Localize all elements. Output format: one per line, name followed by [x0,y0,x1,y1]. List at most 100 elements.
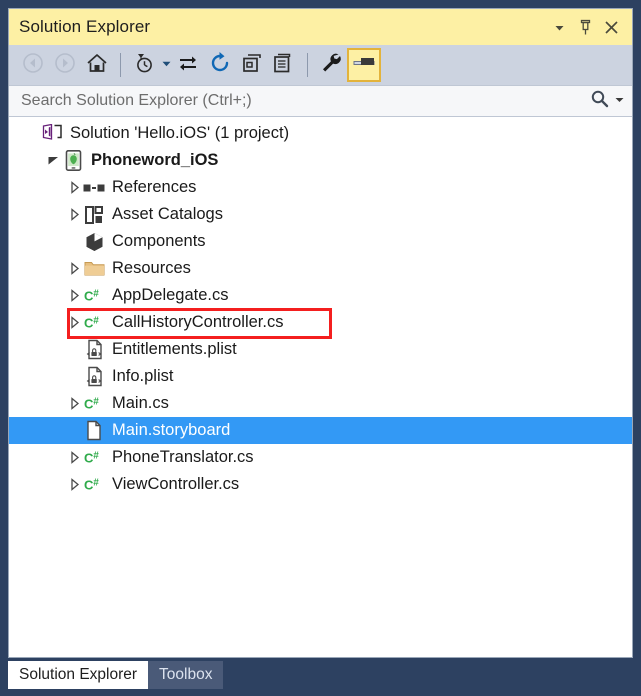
back-arrow-icon [22,52,44,79]
sync-arrows-icon [176,52,200,79]
collapse-all-button[interactable] [236,49,268,81]
solution-explorer-toolbar [9,45,632,85]
refresh-button[interactable] [204,49,236,81]
svg-text:#: # [93,288,99,299]
tree-item[interactable]: Solution 'Hello.iOS' (1 project) [9,120,632,147]
tree-item[interactable]: Info.plist [9,363,632,390]
tree-item-label: References [112,178,197,196]
tab-solution-explorer[interactable]: Solution Explorer [8,661,149,689]
collapse-arrow-icon[interactable] [65,201,83,228]
tree-item[interactable]: Entitlements.plist [9,336,632,363]
svg-text:#: # [93,450,99,461]
collapse-arrow-icon[interactable] [65,471,83,498]
plist-file-icon [83,339,105,361]
svg-text:#: # [93,315,99,326]
wrench-icon [319,51,343,80]
expand-arrow-icon[interactable] [44,147,62,174]
storyboard-file-icon [83,420,105,442]
window-titlebar: Solution Explorer [9,9,632,45]
tree-item-label: ViewController.cs [112,475,240,493]
svg-text:#: # [93,396,99,407]
search-options-dropdown[interactable] [612,88,626,114]
visual-studio-solution-icon [41,123,63,145]
csharp-file-icon: C # [83,285,105,307]
show-all-files-icon [272,51,296,80]
tab-strip-filler [223,661,633,689]
search-input[interactable] [21,92,586,110]
tree-item[interactable]: Resources [9,255,632,282]
home-icon [85,52,109,79]
csharp-file-icon: C # [83,447,105,469]
page-title: Solution Explorer [19,17,151,36]
twisty-spacer [65,417,83,444]
collapse-arrow-icon[interactable] [65,390,83,417]
tree-item[interactable]: C # AppDelegate.cs [9,282,632,309]
forward-arrow-icon [54,52,76,79]
show-all-files-button[interactable] [268,49,300,81]
components-icon [83,231,105,253]
tree-item[interactable]: Components [9,228,632,255]
search-button[interactable] [586,88,612,114]
forward-button[interactable] [49,49,81,81]
plist-file-icon [83,366,105,388]
tree-item-label: Main.storyboard [112,421,231,439]
pending-changes-dropdown[interactable] [160,49,172,81]
ios-project-icon [62,150,84,172]
tree-item-label: PhoneTranslator.cs [112,448,254,466]
tree-item-label: Phoneword_iOS [91,151,219,169]
folder-icon [83,258,105,280]
collapse-arrow-icon[interactable] [65,309,83,336]
collapse-arrow-icon[interactable] [65,444,83,471]
back-button[interactable] [17,49,49,81]
collapse-arrow-icon[interactable] [65,174,83,201]
tree-item-label: CallHistoryController.cs [112,313,284,331]
csharp-file-icon: C # [83,312,105,334]
preview-selected-items-button[interactable] [347,48,381,82]
tab-toolbox[interactable]: Toolbox [148,661,224,689]
tab-label: Toolbox [159,666,213,683]
toolbar-separator-1 [120,53,121,77]
tree-item[interactable]: Main.storyboard [9,417,632,444]
home-button[interactable] [81,49,113,81]
tree-item[interactable]: C # CallHistoryController.cs [9,309,632,336]
tree-item-label: Resources [112,259,191,277]
csharp-file-icon: C # [83,393,105,415]
references-icon [83,177,105,199]
pin-button[interactable] [572,14,598,40]
csharp-file-icon: C # [83,474,105,496]
window-menu-dropdown[interactable] [546,14,572,40]
search-bar [9,85,632,117]
collapse-arrow-icon[interactable] [65,255,83,282]
tree-item-label: Entitlements.plist [112,340,237,358]
sync-with-active-document-button[interactable] [172,49,204,81]
close-button[interactable] [598,14,624,40]
tree-item-label: Main.cs [112,394,169,412]
chevron-down-icon [161,56,172,74]
refresh-icon [208,51,232,80]
twisty-spacer [65,363,83,390]
solution-explorer-window: Solution Explorer Search Solution Explor… [8,8,633,658]
close-icon [604,20,619,35]
tree-item[interactable]: References [9,174,632,201]
tree-item[interactable]: C # PhoneTranslator.cs [9,444,632,471]
properties-button[interactable] [315,49,347,81]
clock-filter-icon [132,51,156,80]
tree-item[interactable]: C # Main.cs [9,390,632,417]
tree-item-label: Asset Catalogs [112,205,223,223]
tree-item-label: Solution 'Hello.iOS' (1 project) [70,124,290,142]
toolbar-separator-2 [307,53,308,77]
search-icon [590,89,609,113]
chevron-down-icon [614,92,625,110]
pending-changes-button[interactable] [128,49,160,81]
pin-icon [578,19,593,36]
asset-catalog-icon [83,204,105,226]
tree-item[interactable]: Asset Catalogs [9,201,632,228]
collapse-arrow-icon[interactable] [65,282,83,309]
tree-item-label: AppDelegate.cs [112,286,229,304]
solution-tree[interactable]: Solution 'Hello.iOS' (1 project) Phonewor… [9,117,632,657]
twisty-spacer [65,336,83,363]
tree-item[interactable]: Phoneword_iOS [9,147,632,174]
tree-item-label: Info.plist [112,367,174,385]
tree-item[interactable]: C # ViewController.cs [9,471,632,498]
tab-label: Solution Explorer [19,666,138,683]
